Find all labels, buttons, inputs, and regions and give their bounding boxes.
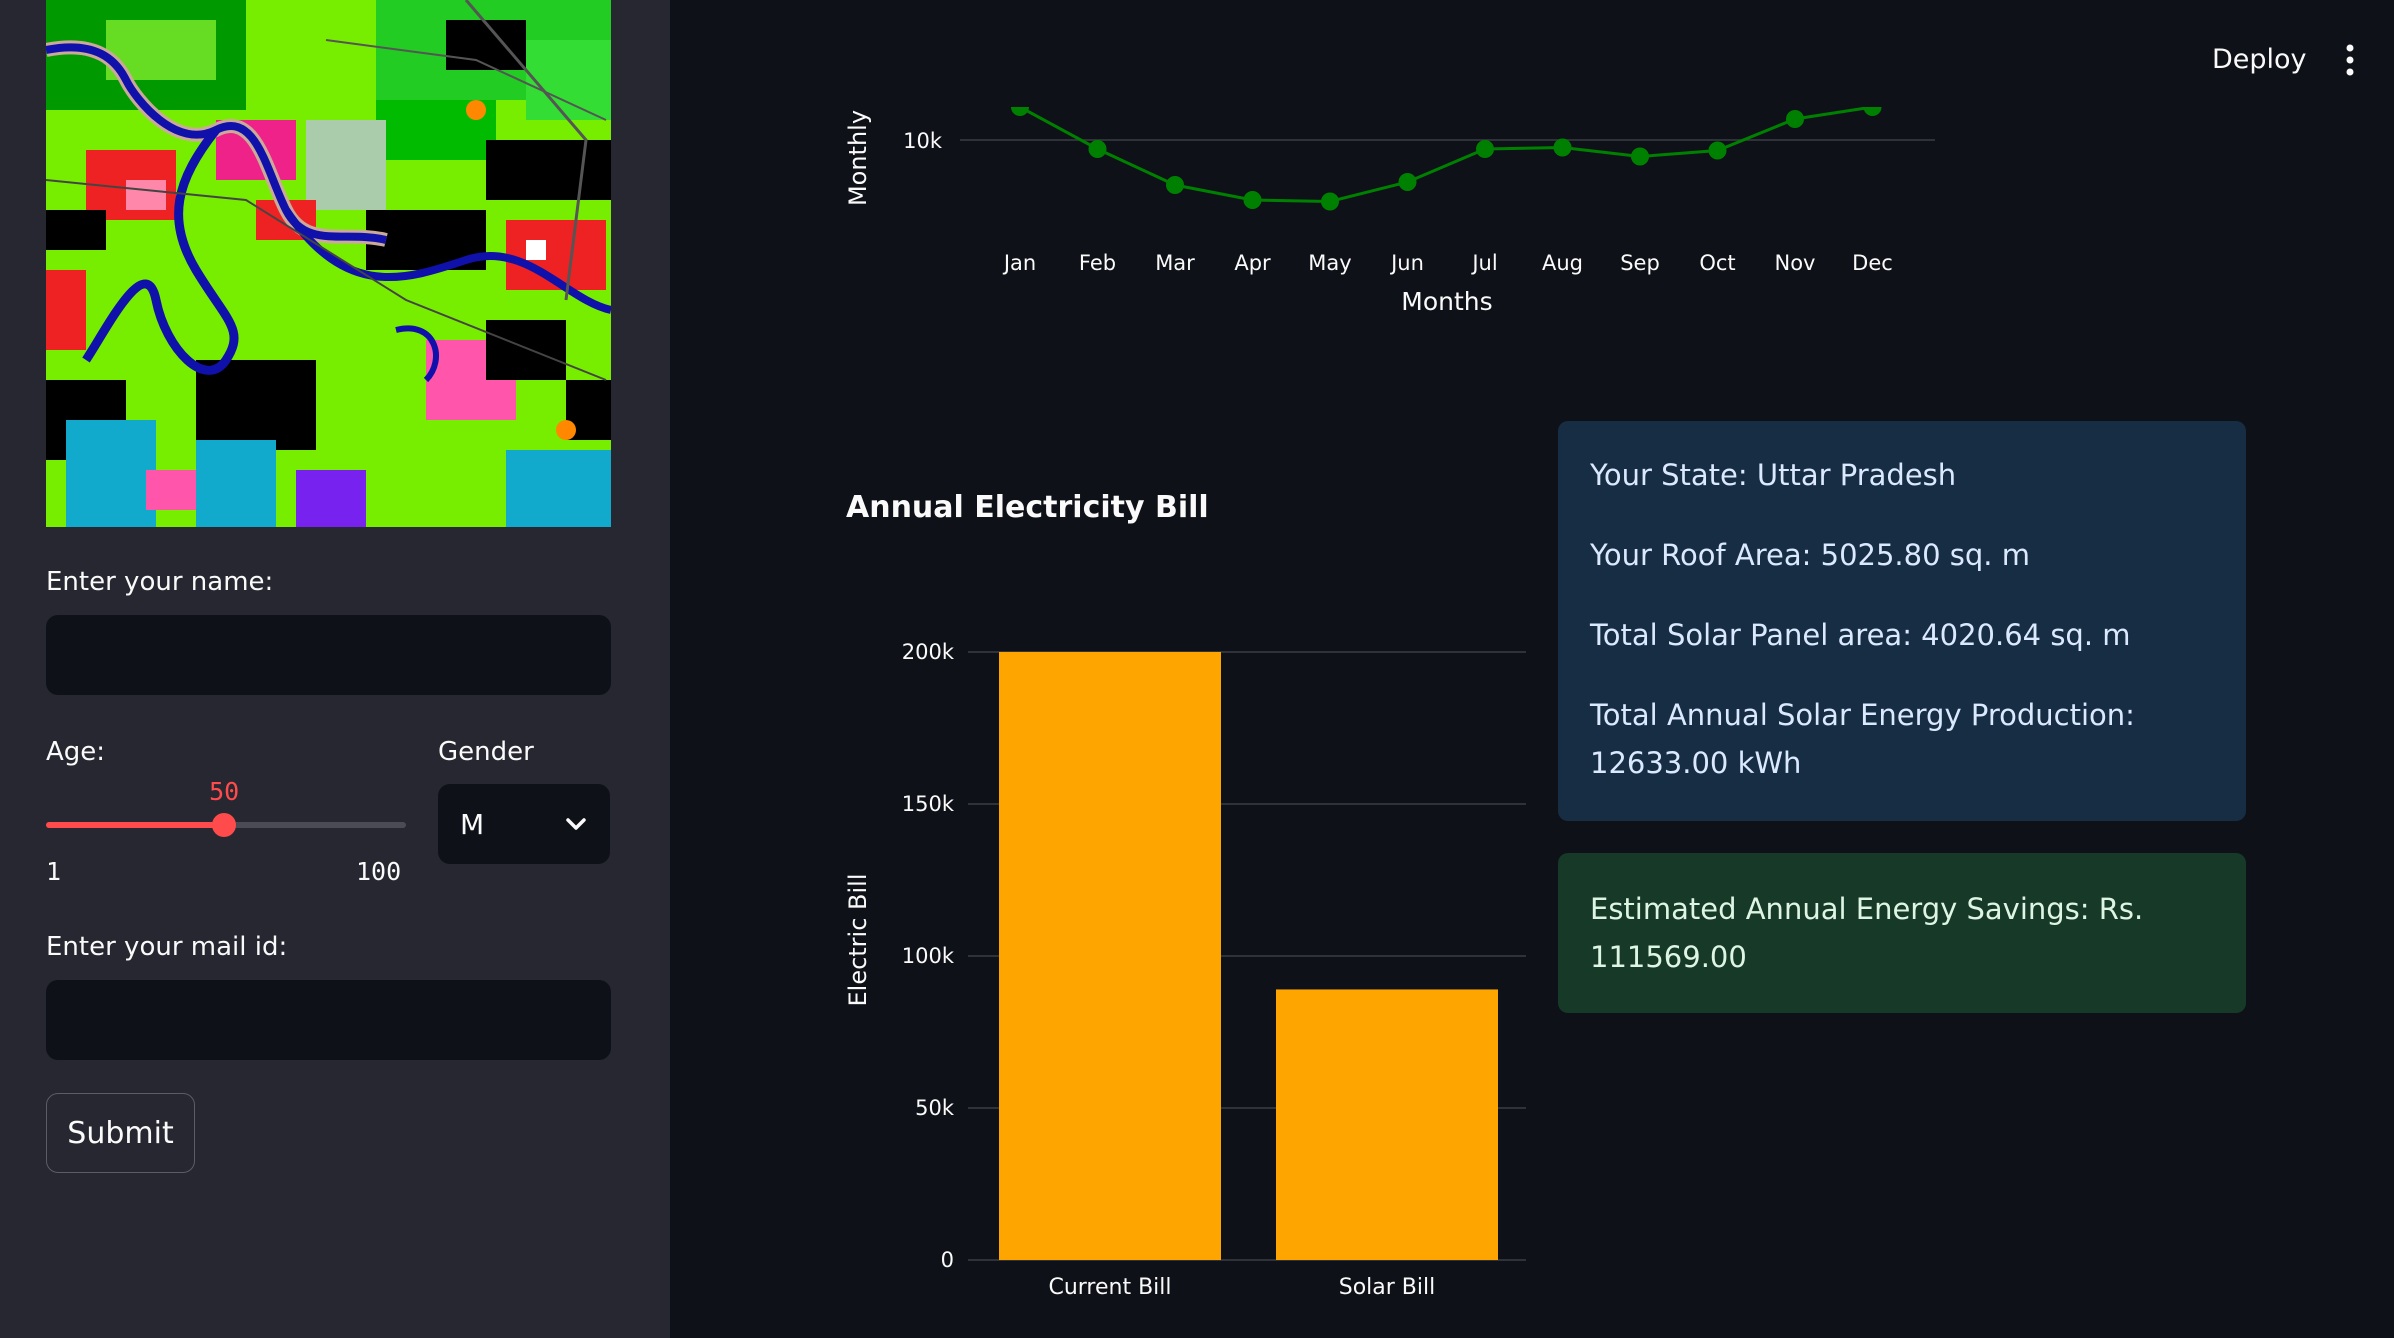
monthly-line-chart: 10k Jan Feb Mar Apr May Jun Jul Aug Sep Oct Nov Dec M… xyxy=(844,107,1935,316)
age-min-label: 1 xyxy=(46,857,62,886)
x-tick-label: Feb xyxy=(1079,251,1116,275)
name-label: Enter your name: xyxy=(46,567,274,597)
line-point-apr xyxy=(1243,191,1262,209)
bar-current-bill xyxy=(999,652,1221,1260)
y-tick-label: 150k xyxy=(902,792,955,816)
age-slider-value: 50 xyxy=(209,777,240,806)
age-slider[interactable] xyxy=(46,813,406,837)
info-box: Your State: Uttar Pradesh Your Roof Area… xyxy=(1558,421,2246,821)
age-slider-thumb[interactable] xyxy=(212,813,237,837)
bar-solar-bill xyxy=(1276,989,1498,1260)
y-tick-label: 10k xyxy=(903,129,943,153)
chevron-down-icon xyxy=(566,818,586,830)
deploy-button[interactable]: Deploy xyxy=(2212,44,2307,75)
x-tick-label: Jan xyxy=(1002,251,1036,275)
line-point-mar xyxy=(1166,176,1184,194)
y-tick-label: 200k xyxy=(902,640,955,664)
y-axis-title: Electric Bill xyxy=(844,873,872,1006)
age-label: Age: xyxy=(46,737,106,767)
line-point-may xyxy=(1321,192,1339,211)
bar-chart-title: Annual Electricity Bill xyxy=(846,490,1209,525)
line-point-feb xyxy=(1088,140,1107,158)
x-axis-title: Months xyxy=(1401,287,1492,316)
age-slider-fill xyxy=(46,822,225,828)
line-point-nov xyxy=(1786,110,1804,128)
line-point-jan xyxy=(1011,107,1029,116)
line-point-oct xyxy=(1708,141,1727,160)
panel-area-text: Total Solar Panel area: 4020.64 sq. m xyxy=(1590,618,2131,652)
line-series-group xyxy=(1011,107,1882,211)
production-text: Total Annual Solar Energy Production: 12… xyxy=(1590,698,2135,780)
x-tick-label: Mar xyxy=(1155,251,1195,275)
x-tick-label: Jul xyxy=(1470,251,1497,275)
line-point-sep xyxy=(1631,147,1649,166)
x-tick-label: Nov xyxy=(1775,251,1816,275)
x-tick-label: Jun xyxy=(1389,251,1424,275)
x-tick-label: Current Bill xyxy=(1048,1275,1171,1300)
submit-button[interactable]: Submit xyxy=(46,1093,195,1173)
y-tick-label: 0 xyxy=(941,1248,954,1272)
y-axis-title: Monthly xyxy=(844,110,872,206)
x-tick-label: Solar Bill xyxy=(1339,1275,1436,1300)
mail-label: Enter your mail id: xyxy=(46,932,288,962)
x-tick-label: Dec xyxy=(1852,251,1893,275)
x-tick-label: May xyxy=(1308,251,1351,275)
gender-selected-value: M xyxy=(460,807,485,841)
savings-box: Estimated Annual Energy Savings: Rs. 111… xyxy=(1558,853,2246,1013)
sidebar: Enter your name: Age: 50 1 100 Gender M … xyxy=(0,0,670,1338)
electricity-bill-bar-chart: 0 50k 100k 150k 200k Current Bill Solar Bill El… xyxy=(844,640,1526,1300)
state-text: Your State: Uttar Pradesh xyxy=(1590,458,1957,492)
line-series xyxy=(1019,107,1873,204)
y-tick-label: 100k xyxy=(902,944,955,968)
more-vertical-icon[interactable] xyxy=(2338,42,2362,78)
mail-input[interactable] xyxy=(46,980,611,1060)
land-cover-map-image xyxy=(46,0,611,527)
roof-area-text: Your Roof Area: 5025.80 sq. m xyxy=(1590,538,2030,572)
name-input[interactable] xyxy=(46,615,611,695)
gender-select[interactable]: M xyxy=(438,784,610,864)
line-point-dec xyxy=(1863,107,1882,116)
x-tick-label: Apr xyxy=(1234,251,1271,275)
line-point-jul xyxy=(1476,140,1494,158)
x-tick-label: Sep xyxy=(1620,251,1660,275)
x-tick-label: Aug xyxy=(1542,251,1583,275)
y-tick-label: 50k xyxy=(915,1096,955,1120)
line-point-jun xyxy=(1398,173,1417,191)
age-max-label: 100 xyxy=(356,857,402,886)
savings-text: Estimated Annual Energy Savings: Rs. 111… xyxy=(1590,892,2144,974)
line-point-aug xyxy=(1553,138,1572,157)
gender-label: Gender xyxy=(438,737,534,767)
x-tick-label: Oct xyxy=(1699,251,1735,275)
